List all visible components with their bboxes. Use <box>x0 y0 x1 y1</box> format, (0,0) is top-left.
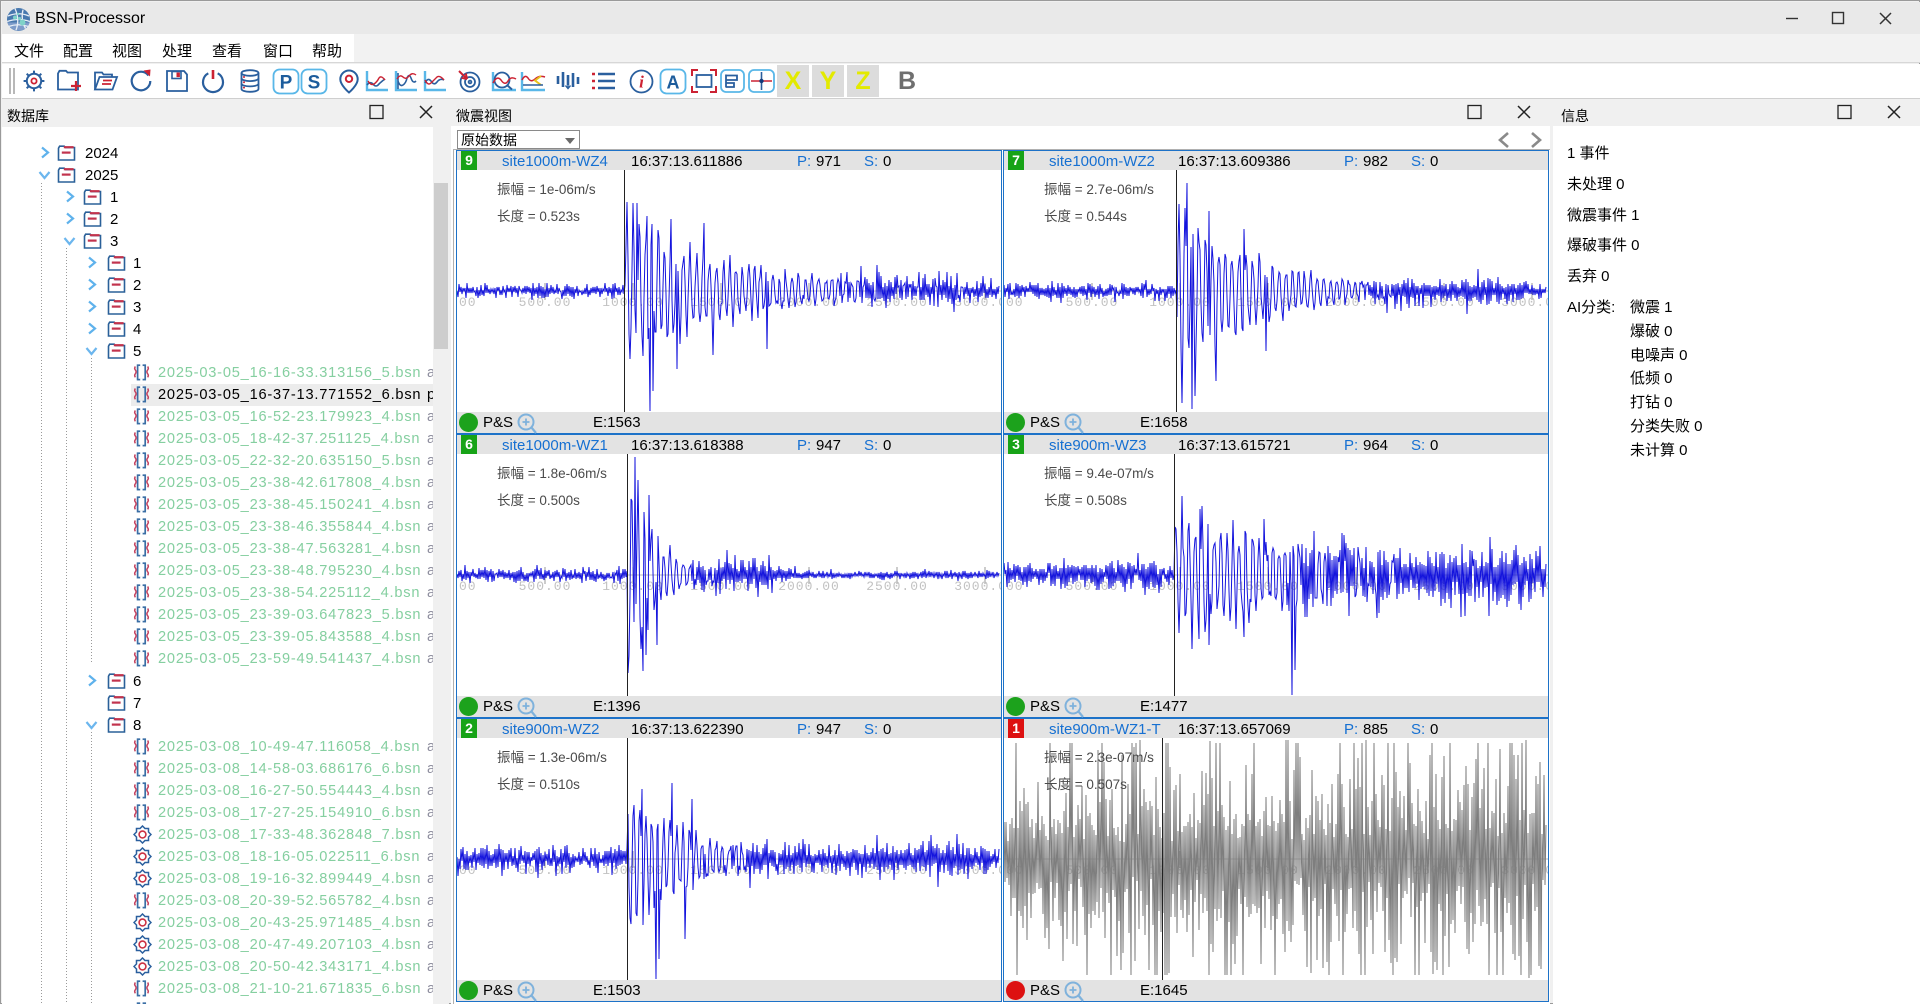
svg-text:500.00: 500.00 <box>519 295 572 310</box>
svg-text:S: S <box>308 73 321 94</box>
svg-text:2000.00: 2000.00 <box>778 579 840 594</box>
svg-text:00: 00 <box>459 579 477 594</box>
svg-text:2500.00: 2500.00 <box>866 579 928 594</box>
svg-text:500.00: 500.00 <box>1066 295 1119 310</box>
svg-text:P: P <box>280 73 293 94</box>
svg-text:i: i <box>639 73 644 92</box>
svg-text:00: 00 <box>459 295 477 310</box>
svg-text:A: A <box>667 73 680 93</box>
svg-text:3000.00: 3000.00 <box>954 863 1001 878</box>
svg-text:3000.00: 3000.00 <box>954 579 1001 594</box>
svg-text:500.00: 500.00 <box>519 579 572 594</box>
svg-text:1500.00: 1500.00 <box>690 863 752 878</box>
